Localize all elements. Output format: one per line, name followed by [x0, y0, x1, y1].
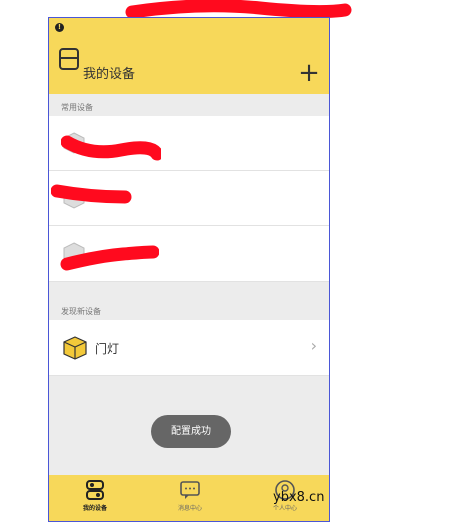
tab-messages[interactable]: 消息中心: [160, 479, 220, 512]
redaction-scribble: [60, 245, 159, 271]
watermark: ybx8.cn: [273, 490, 325, 505]
device-row[interactable]: [49, 116, 329, 171]
section-label-frequent: 常用设备: [61, 103, 93, 112]
redaction-scribble: [61, 135, 161, 161]
section-label-discovered: 发现新设备: [61, 307, 101, 316]
tab-label: 消息中心: [177, 505, 202, 512]
tab-my-devices[interactable]: 我的设备: [65, 479, 125, 512]
tab-label: 我的设备: [82, 505, 107, 512]
toast-message: 配置成功: [151, 415, 231, 448]
new-device-row[interactable]: 门灯 ›: [49, 320, 329, 376]
redaction-scribble: [0, 0, 453, 18]
device-row[interactable]: [49, 226, 329, 282]
add-device-button[interactable]: +: [297, 60, 321, 86]
devices-icon: [86, 480, 104, 500]
phone-screen: ! 我的设备 + 常用设备 发现新设备 门灯 › 配置成功 我的设备 消息中心 …: [48, 17, 330, 522]
status-bar: !: [49, 18, 329, 38]
chevron-right-icon: ›: [310, 336, 317, 355]
device-row[interactable]: [49, 171, 329, 226]
redaction-scribble: [51, 184, 132, 204]
cube-icon: [63, 336, 87, 360]
message-icon: [180, 481, 200, 499]
new-device-name: 门灯: [95, 342, 120, 356]
page-title: 我的设备: [83, 67, 136, 82]
menu-icon[interactable]: [59, 48, 79, 70]
app-header: 我的设备 +: [49, 38, 329, 94]
status-indicator-icon: !: [55, 23, 64, 32]
